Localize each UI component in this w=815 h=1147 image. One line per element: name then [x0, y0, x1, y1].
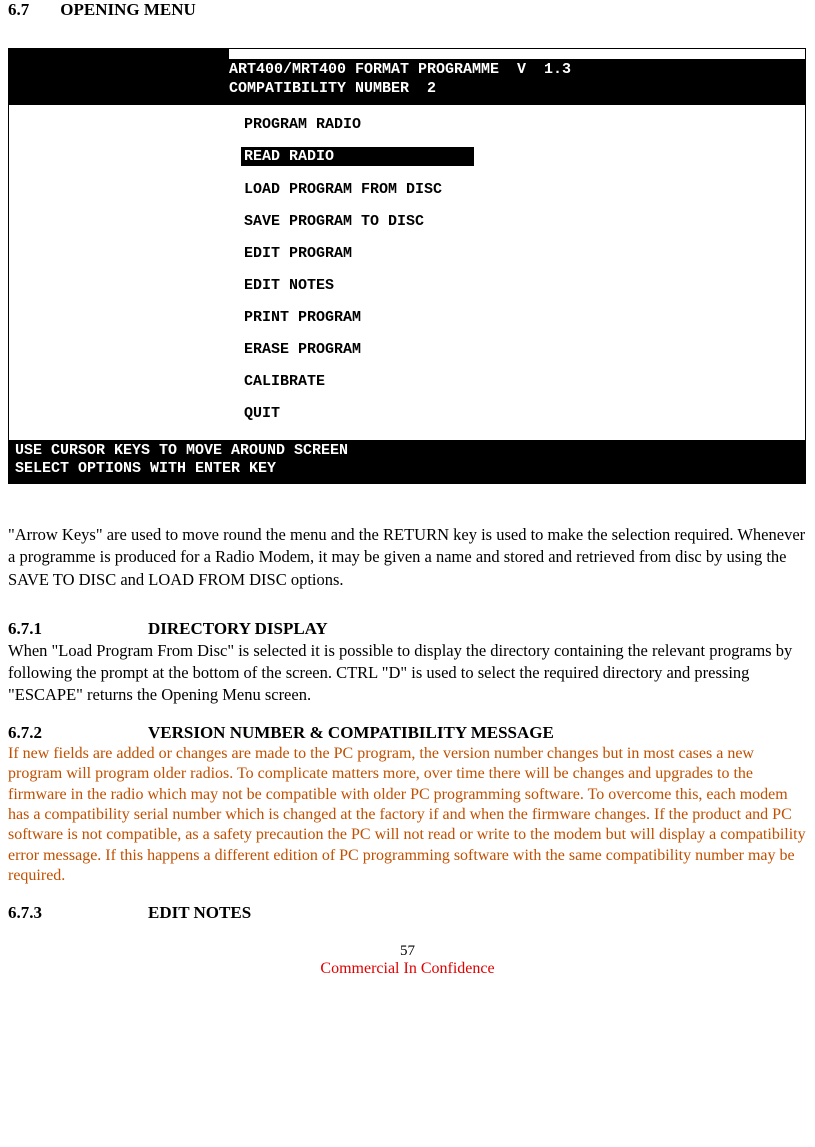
- subsection-title: VERSION NUMBER & COMPATIBILITY MESSAGE: [148, 723, 554, 742]
- section-title: OPENING MENU: [60, 0, 196, 19]
- subsection-number: 6.7.1: [8, 619, 148, 639]
- terminal-footer-line2: SELECT OPTIONS WITH ENTER KEY: [15, 460, 276, 477]
- menu-item-read-radio[interactable]: READ RADIO: [241, 147, 474, 166]
- terminal-footer: USE CURSOR KEYS TO MOVE AROUND SCREEN SE…: [9, 440, 805, 484]
- menu-item-quit[interactable]: QUIT: [244, 400, 805, 432]
- menu-item-calibrate[interactable]: CALIBRATE: [244, 368, 805, 400]
- subsection-6.7.3: 6.7.3EDIT NOTES: [8, 903, 807, 923]
- section-number: 6.7: [8, 0, 56, 20]
- menu-item-erase-program[interactable]: ERASE PROGRAM: [244, 336, 805, 368]
- menu-item-edit-program[interactable]: EDIT PROGRAM: [244, 240, 805, 272]
- menu-item-program-radio[interactable]: PROGRAM RADIO: [244, 111, 805, 143]
- subsection-6.7.1: 6.7.1DIRECTORY DISPLAY: [8, 619, 807, 639]
- directory-display-paragraph: When "Load Program From Disc" is selecte…: [8, 640, 807, 707]
- section-heading: 6.7 OPENING MENU: [8, 0, 807, 20]
- confidential-footer: Commercial In Confidence: [8, 960, 807, 978]
- intro-paragraph: "Arrow Keys" are used to move round the …: [8, 524, 807, 591]
- page-number: 57: [8, 943, 807, 960]
- menu-item-load-from-disc[interactable]: LOAD PROGRAM FROM DISC: [244, 176, 805, 208]
- terminal-header-line2: COMPATIBILITY NUMBER 2: [229, 80, 436, 97]
- subsection-number: 6.7.3: [8, 903, 148, 923]
- terminal-header-line1: ART400/MRT400 FORMAT PROGRAMME V 1.3: [229, 61, 571, 78]
- menu-item-print-program[interactable]: PRINT PROGRAM: [244, 304, 805, 336]
- terminal-menu: PROGRAM RADIO READ RADIO LOAD PROGRAM FR…: [9, 105, 805, 440]
- subsection-6.7.2: 6.7.2VERSION NUMBER & COMPATIBILITY MESS…: [8, 723, 807, 743]
- menu-item-edit-notes[interactable]: EDIT NOTES: [244, 272, 805, 304]
- subsection-title: DIRECTORY DISPLAY: [148, 619, 328, 638]
- version-compat-paragraph: If new fields are added or changes are m…: [8, 744, 807, 887]
- menu-item-save-to-disc[interactable]: SAVE PROGRAM TO DISC: [244, 208, 805, 240]
- terminal-window: ART400/MRT400 FORMAT PROGRAMME V 1.3 COM…: [8, 48, 806, 484]
- terminal-header: ART400/MRT400 FORMAT PROGRAMME V 1.3 COM…: [9, 59, 805, 105]
- terminal-top-bar: [9, 49, 229, 59]
- subsection-number: 6.7.2: [8, 723, 148, 743]
- subsection-title: EDIT NOTES: [148, 903, 251, 922]
- terminal-footer-line1: USE CURSOR KEYS TO MOVE AROUND SCREEN: [15, 442, 348, 459]
